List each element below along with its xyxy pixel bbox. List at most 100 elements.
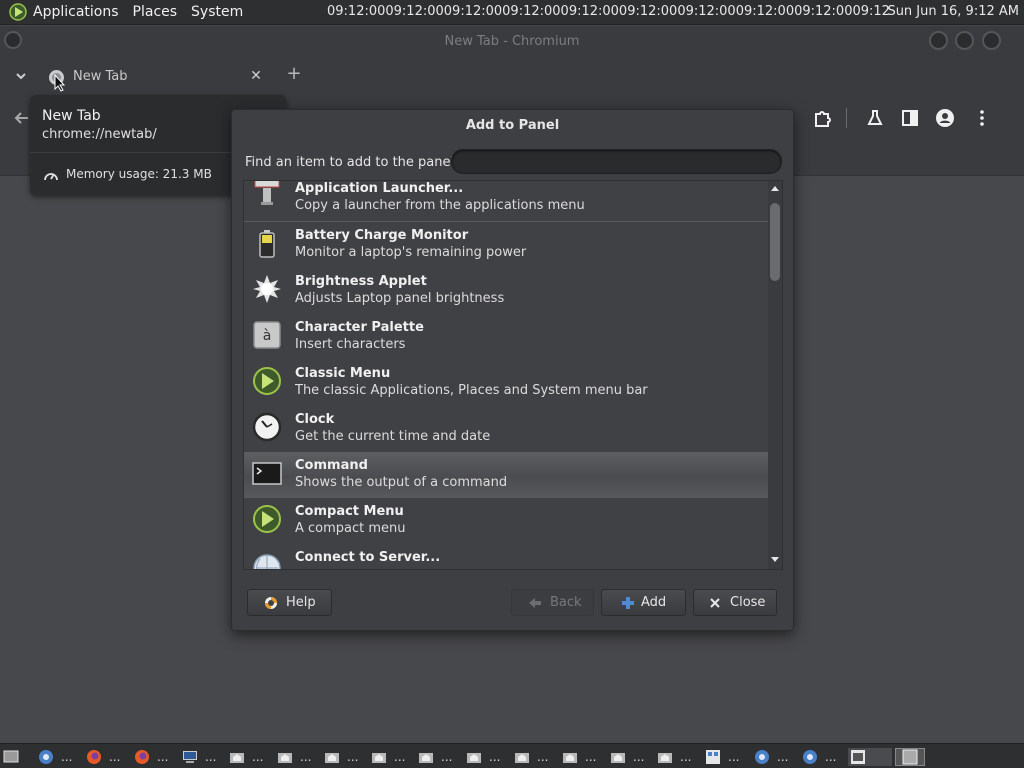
scroll-thumb[interactable] [770, 203, 780, 281]
taskbar-item-workspace[interactable] [895, 748, 925, 766]
system-menu[interactable]: System [191, 4, 243, 20]
back-arrow-icon[interactable] [12, 108, 32, 128]
launcher-icon [254, 181, 280, 205]
scroll-down-arrow-icon[interactable] [770, 555, 780, 565]
home-folder-icon [563, 753, 577, 763]
taskbar-item-folder-2[interactable]: ... [277, 748, 311, 766]
taskbar-item-label: ... [441, 750, 453, 764]
hover-card-memory: Memory usage: 21.3 MB [66, 167, 212, 181]
minimize-button[interactable] [929, 31, 948, 50]
taskbar-item-folder-9[interactable]: ... [610, 748, 644, 766]
add-button-label: Add [641, 595, 667, 610]
taskbar-item-folder-4[interactable]: ... [371, 748, 405, 766]
hover-card-title: New Tab [42, 108, 101, 124]
list-item-battery-charge-monitor[interactable]: Battery Charge Monitor Monitor a laptop'… [244, 222, 768, 268]
list-item-command[interactable]: Command Shows the output of a command [244, 452, 768, 498]
help-lifebuoy-icon [265, 596, 277, 609]
window-titlebar[interactable]: New Tab - Chromium [0, 26, 1024, 58]
bottom-taskbar: ... ... ... ... ... ... ... ... ... ... … [0, 743, 1024, 768]
firefox-icon [135, 750, 149, 764]
home-folder-icon [325, 753, 339, 763]
back-button[interactable]: Back [511, 589, 594, 616]
item-name: Connect to Server... [295, 550, 441, 565]
taskbar-item-chromium-3[interactable]: ... [802, 748, 836, 766]
help-button-label: Help [286, 595, 316, 610]
command-applet-output[interactable]: 09:12:0009:12:0009:12:0009:12:0009:12:00… [327, 4, 889, 19]
home-folder-icon [515, 753, 529, 763]
taskbar-item-label: ... [728, 750, 740, 764]
mouse-pointer-icon [54, 74, 66, 92]
taskbar-item-label: ... [347, 750, 359, 764]
taskbar-item-panel-prefs[interactable]: ... [705, 748, 739, 766]
show-desktop-button[interactable] [3, 748, 19, 766]
taskbar-item-chromium-1[interactable]: ... [38, 748, 72, 766]
item-desc: Adjusts Laptop panel brightness [295, 291, 505, 306]
help-button[interactable]: Help [247, 589, 332, 616]
more-menu-icon[interactable] [972, 108, 992, 128]
taskbar-item-folder-5[interactable]: ... [418, 748, 452, 766]
list-item-connect-to-server[interactable]: Connect to Server... [244, 544, 768, 569]
taskbar-item-firefox-1[interactable]: ... [86, 748, 120, 766]
taskbar-item-folder-6[interactable]: ... [466, 748, 500, 766]
hover-card-url: chrome://newtab/ [42, 127, 157, 142]
taskbar-item-folder-10[interactable]: ... [657, 748, 691, 766]
home-folder-icon [467, 753, 481, 763]
list-item-application-launcher[interactable]: Application Launcher... Copy a launcher … [244, 181, 768, 222]
tab-new-tab[interactable]: New Tab ✕ [38, 62, 276, 94]
list-scrollbar[interactable] [768, 181, 782, 569]
labs-flask-icon[interactable] [865, 108, 885, 128]
taskbar-item-folder-7[interactable]: ... [514, 748, 548, 766]
toolbar-divider [846, 108, 847, 128]
item-name: Classic Menu [295, 366, 391, 381]
maximize-button[interactable] [955, 31, 974, 50]
close-button[interactable]: Close [693, 589, 777, 616]
extensions-puzzle-icon[interactable] [812, 108, 832, 128]
new-tab-button[interactable]: + [284, 64, 304, 84]
item-name: Character Palette [295, 320, 424, 335]
panel-item-list[interactable]: Application Launcher... Copy a launcher … [243, 180, 783, 570]
item-desc: Get the current time and date [295, 429, 491, 444]
menu-logo-icon[interactable] [9, 3, 27, 21]
item-desc: Insert characters [295, 337, 406, 352]
taskbar-item-active-dialog[interactable] [848, 748, 892, 766]
item-desc: Shows the output of a command [295, 475, 508, 490]
top-panel: Applications Places System 09:12:0009:12… [0, 0, 1024, 25]
home-folder-icon [658, 753, 672, 763]
item-name: Brightness Applet [295, 274, 427, 289]
list-item-compact-menu[interactable]: Compact Menu A compact menu [244, 498, 768, 544]
dialog-title: Add to Panel [465, 118, 560, 133]
taskbar-item-folder-3[interactable]: ... [324, 748, 358, 766]
find-item-input[interactable] [451, 149, 782, 174]
back-button-label: Back [550, 595, 582, 610]
taskbar-item-label: ... [680, 750, 692, 764]
applications-menu[interactable]: Applications [33, 4, 119, 20]
character-palette-icon: à [253, 321, 281, 349]
taskbar-item-label: ... [633, 750, 645, 764]
tab-search-chevron-icon[interactable] [12, 67, 30, 85]
window-title: New Tab - Chromium [444, 34, 580, 49]
scroll-up-arrow-icon[interactable] [770, 183, 780, 193]
taskbar-item-firefox-2[interactable]: ... [134, 748, 168, 766]
taskbar-item-chromium-2[interactable]: ... [754, 748, 788, 766]
back-arrow-icon [529, 597, 541, 608]
list-item-classic-menu[interactable]: Classic Menu The classic Applications, P… [244, 360, 768, 406]
item-desc: A compact menu [295, 521, 406, 536]
item-name: Command [295, 458, 368, 473]
taskbar-item-folder-1[interactable]: ... [229, 748, 263, 766]
list-item-character-palette[interactable]: à Character Palette Insert characters [244, 314, 768, 360]
places-menu[interactable]: Places [133, 4, 178, 20]
side-panel-icon[interactable] [900, 108, 920, 128]
item-desc: Monitor a laptop's remaining power [295, 245, 527, 260]
taskbar-item-folder-8[interactable]: ... [562, 748, 596, 766]
taskbar-item-label: ... [394, 750, 406, 764]
profile-avatar-icon[interactable] [935, 108, 955, 128]
list-item-clock[interactable]: Clock Get the current time and date [244, 406, 768, 452]
add-button[interactable]: Add [601, 589, 686, 616]
window-close-button[interactable] [982, 31, 1001, 50]
tab-close-icon[interactable]: ✕ [247, 67, 265, 85]
classic-menu-icon [253, 367, 281, 395]
panel-clock[interactable]: Sun Jun 16, 9:12 AM [887, 4, 1019, 19]
list-item-brightness-applet[interactable]: Brightness Applet Adjusts Laptop panel b… [244, 268, 768, 314]
taskbar-item-computer[interactable]: ... [182, 748, 216, 766]
taskbar-item-label: ... [537, 750, 549, 764]
